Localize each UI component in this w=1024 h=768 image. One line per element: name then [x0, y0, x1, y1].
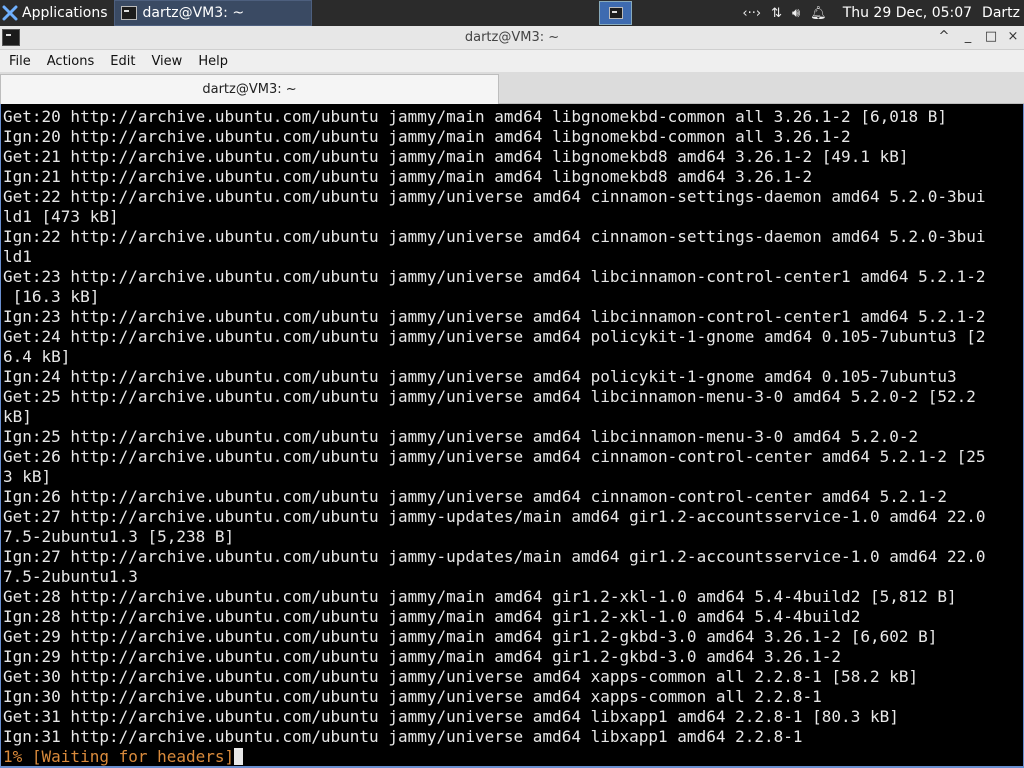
- terminal-line: Get:24 http://archive.ubuntu.com/ubuntu …: [3, 327, 986, 346]
- minimize-button[interactable]: _: [960, 29, 976, 44]
- top-panel: Applications dartz@VM3: ~ ‹··› ⇅ 🔊︎ 🔔︎ T…: [0, 0, 1024, 26]
- menu-bar: File Actions Edit View Help: [0, 50, 1024, 72]
- volume-icon[interactable]: 🔊︎: [792, 6, 800, 21]
- terminal-output: Get:20 http://archive.ubuntu.com/ubuntu …: [3, 107, 986, 767]
- maximize-button[interactable]: □: [983, 29, 999, 44]
- terminal-line: Ign:21 http://archive.ubuntu.com/ubuntu …: [3, 167, 813, 186]
- terminal-line: Get:25 http://archive.ubuntu.com/ubuntu …: [3, 387, 976, 406]
- tab-title: dartz@VM3: ~: [202, 82, 297, 97]
- terminal-line: ld1: [3, 247, 32, 266]
- terminal-line: Ign:29 http://archive.ubuntu.com/ubuntu …: [3, 647, 842, 666]
- tab-terminal[interactable]: dartz@VM3: ~: [0, 74, 499, 104]
- terminal-line: Get:28 http://archive.ubuntu.com/ubuntu …: [3, 587, 957, 606]
- terminal-line: ld1 [473 kB]: [3, 207, 119, 226]
- network-icon[interactable]: ‹··›: [742, 6, 761, 21]
- window-title: dartz@VM3: ~: [464, 30, 560, 45]
- menu-help[interactable]: Help: [189, 54, 235, 69]
- notification-bell-icon[interactable]: 🔔︎: [810, 6, 827, 21]
- terminal-line: 6.4 kB]: [3, 347, 71, 366]
- terminal-line: 3 kB]: [3, 467, 52, 486]
- terminal-line: Get:26 http://archive.ubuntu.com/ubuntu …: [3, 447, 986, 466]
- menu-view[interactable]: View: [142, 54, 189, 69]
- text-cursor: [234, 748, 244, 765]
- terminal-line: Ign:28 http://archive.ubuntu.com/ubuntu …: [3, 607, 861, 626]
- terminal-line: Ign:23 http://archive.ubuntu.com/ubuntu …: [3, 307, 986, 326]
- terminal-view[interactable]: Get:20 http://archive.ubuntu.com/ubuntu …: [0, 104, 1024, 768]
- applications-menu-button[interactable]: Applications: [0, 0, 114, 26]
- terminal-line: [16.3 kB]: [3, 287, 100, 306]
- terminal-line: kB]: [3, 407, 32, 426]
- progress-line: 1% [Waiting for headers]: [3, 747, 986, 767]
- progress-status: 1% [Waiting for headers]: [3, 747, 235, 766]
- terminal-line: Get:29 http://archive.ubuntu.com/ubuntu …: [3, 627, 938, 646]
- close-button[interactable]: ×: [1005, 29, 1021, 44]
- terminal-line: Ign:26 http://archive.ubuntu.com/ubuntu …: [3, 487, 948, 506]
- menu-edit[interactable]: Edit: [101, 54, 142, 69]
- taskbar-item-label: dartz@VM3: ~: [142, 5, 245, 21]
- clock[interactable]: Thu 29 Dec, 05:07: [843, 5, 972, 21]
- terminal-line: Ign:31 http://archive.ubuntu.com/ubuntu …: [3, 727, 803, 746]
- menu-actions[interactable]: Actions: [38, 54, 102, 69]
- menu-file[interactable]: File: [0, 54, 38, 69]
- xfce-logo-icon: [2, 5, 18, 21]
- terminal-line: Ign:30 http://archive.ubuntu.com/ubuntu …: [3, 687, 822, 706]
- terminal-line: Ign:25 http://archive.ubuntu.com/ubuntu …: [3, 427, 919, 446]
- user-menu[interactable]: Dartz: [982, 5, 1020, 21]
- terminal-line: 7.5-2ubuntu1.3: [3, 567, 138, 586]
- window-titlebar[interactable]: dartz@VM3: ~ ^ _ □ ×: [0, 26, 1024, 50]
- taskbar-item-terminal[interactable]: dartz@VM3: ~: [113, 0, 312, 26]
- terminal-line: Get:31 http://archive.ubuntu.com/ubuntu …: [3, 707, 899, 726]
- system-tray: ‹··› ⇅ 🔊︎ 🔔︎ Thu 29 Dec, 05:07 Dartz: [742, 0, 1024, 26]
- terminal-line: Ign:20 http://archive.ubuntu.com/ubuntu …: [3, 127, 851, 146]
- terminal-line: Get:21 http://archive.ubuntu.com/ubuntu …: [3, 147, 909, 166]
- terminal-line: Get:23 http://archive.ubuntu.com/ubuntu …: [3, 267, 986, 286]
- terminal-line: Get:27 http://archive.ubuntu.com/ubuntu …: [3, 507, 986, 526]
- terminal-icon: [120, 6, 137, 20]
- terminal-line: Get:30 http://archive.ubuntu.com/ubuntu …: [3, 667, 919, 686]
- terminal-line: Ign:24 http://archive.ubuntu.com/ubuntu …: [3, 367, 957, 386]
- terminal-window-icon[interactable]: [2, 29, 20, 46]
- terminal-line: Ign:27 http://archive.ubuntu.com/ubuntu …: [3, 547, 986, 566]
- terminal-line: Ign:22 http://archive.ubuntu.com/ubuntu …: [3, 227, 986, 246]
- transfer-icon[interactable]: ⇅: [771, 6, 782, 21]
- applications-label: Applications: [22, 5, 108, 21]
- workspace-switcher[interactable]: [599, 1, 632, 25]
- terminal-line: Get:20 http://archive.ubuntu.com/ubuntu …: [3, 107, 948, 126]
- tab-bar: dartz@VM3: ~: [0, 72, 1024, 104]
- terminal-line: Get:22 http://archive.ubuntu.com/ubuntu …: [3, 187, 986, 206]
- terminal-line: 7.5-2ubuntu1.3 [5,238 B]: [3, 527, 235, 546]
- terminal-icon: [608, 7, 623, 19]
- shade-button[interactable]: ^: [936, 29, 952, 44]
